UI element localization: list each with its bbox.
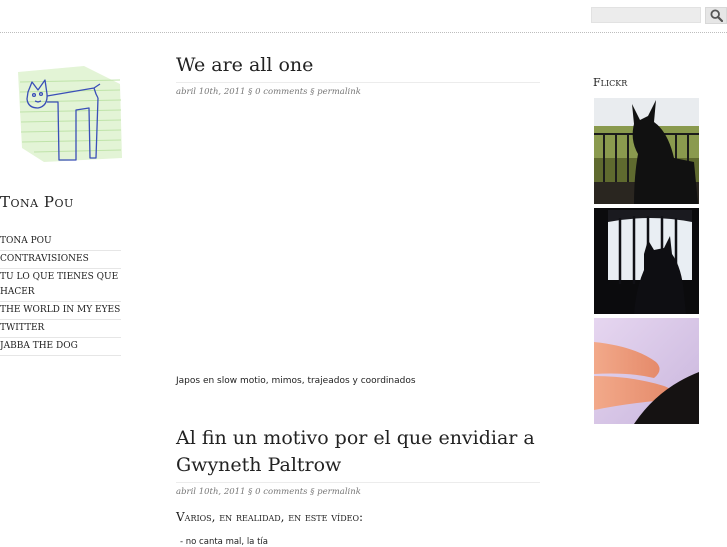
nav-link-tona-pou[interactable]: Tona Pou [0, 236, 52, 246]
nav-item: Contravisiones [0, 251, 121, 269]
post-comments-link[interactable]: 0 comments [255, 87, 307, 97]
nav-item: The world in my eyes [0, 302, 121, 320]
nav-menu: Tona Pou Contravisiones Tu lo que tienes… [0, 233, 121, 356]
flickr-photo-legs[interactable] [594, 318, 699, 424]
nav-link-twitter[interactable]: Twitter [0, 323, 44, 333]
cat-drawing-logo [18, 66, 122, 162]
post-permalink[interactable]: permalink [317, 487, 361, 497]
nav-item: Tu lo que tienes que hacer [0, 269, 121, 302]
flickr-heading: Flickr [593, 76, 628, 89]
flickr-photo-dog-silhouette[interactable] [594, 208, 699, 314]
post-date: abril 10th, 2011 [176, 487, 246, 497]
top-bar [0, 0, 727, 33]
post-meta: abril 10th, 2011 § 0 comments § permalin… [176, 82, 540, 97]
post-intro-text: Varios, en realidad, en este vídeo: [176, 510, 364, 524]
nav-link-the-world-in-my-eyes[interactable]: The world in my eyes [0, 305, 120, 315]
meta-separator: § [248, 487, 253, 497]
post-date: abril 10th, 2011 [176, 87, 246, 97]
nav-item: Tona Pou [0, 233, 121, 251]
post-title-line-2[interactable]: Gwyneth Paltrow [176, 452, 341, 479]
flickr-photo-dog-balcony[interactable] [594, 98, 699, 204]
post-comments-link[interactable]: 0 comments [255, 487, 307, 497]
search-input[interactable] [591, 7, 701, 23]
nav-link-jabba-the-dog[interactable]: Jabba the dog [0, 341, 78, 351]
meta-separator: § [310, 487, 315, 497]
search-button[interactable] [705, 7, 727, 24]
nav-item: Twitter [0, 320, 121, 338]
nav-link-tu-lo-que-tienes-que-hacer[interactable]: Tu lo que tienes que hacer [0, 272, 118, 297]
nav-item: Jabba the dog [0, 338, 121, 356]
post-permalink[interactable]: permalink [317, 87, 361, 97]
embedded-video[interactable] [176, 104, 540, 366]
post-list-item: - no canta mal, la tía [180, 537, 269, 547]
search-icon [709, 9, 723, 22]
meta-separator: § [248, 87, 253, 97]
post-caption: Japos en slow motio, mimos, trajeados y … [176, 376, 416, 386]
site-logo[interactable] [14, 62, 126, 166]
post-meta: abril 10th, 2011 § 0 comments § permalin… [176, 482, 540, 497]
post-title-line-1[interactable]: Al fin un motivo por el que envidiar a [176, 425, 535, 452]
post-title[interactable]: We are all one [176, 52, 313, 79]
nav-link-contravisiones[interactable]: Contravisiones [0, 254, 89, 264]
site-title[interactable]: Tona Pou [0, 193, 74, 211]
meta-separator: § [310, 87, 315, 97]
